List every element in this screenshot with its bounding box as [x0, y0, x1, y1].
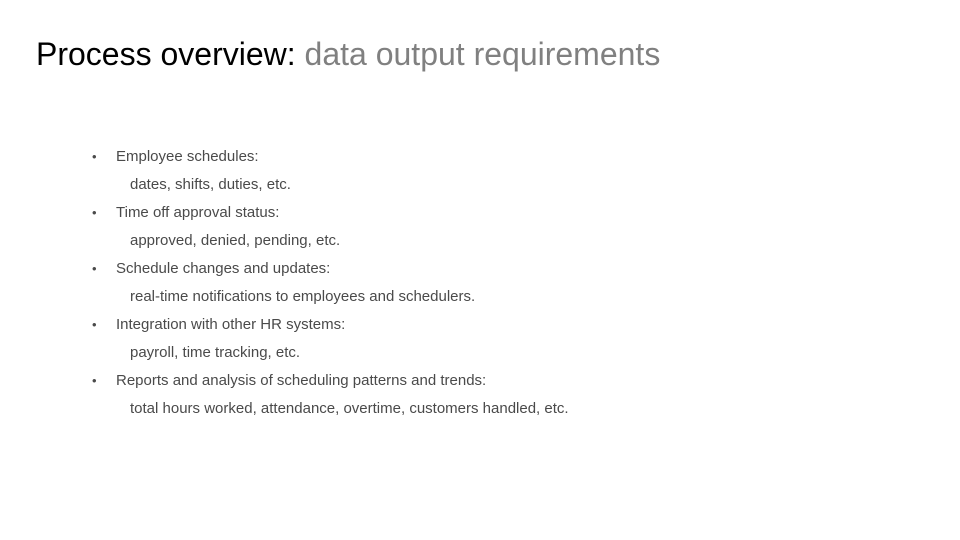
- bullet-detail: approved, denied, pending, etc.: [130, 232, 341, 249]
- bullet-icon: •: [92, 261, 97, 276]
- bullet-icon: •: [92, 205, 97, 220]
- bullet-detail: dates, shifts, duties, etc.: [130, 176, 291, 193]
- slide-title: Process overview: data output requiremen…: [36, 34, 660, 74]
- bullet-detail: total hours worked, attendance, overtime…: [130, 400, 569, 417]
- title-rest: data output requirements: [304, 36, 661, 72]
- list-item: • Reports and analysis of scheduling pat…: [92, 367, 912, 423]
- bullet-detail: payroll, time tracking, etc.: [130, 344, 301, 361]
- bullet-heading-row: • Reports and analysis of scheduling pat…: [92, 367, 912, 395]
- bullet-detail: real-time notifications to employees and…: [130, 288, 476, 305]
- bullet-icon: •: [92, 149, 97, 164]
- bullet-heading-row: • Time off approval status:: [92, 199, 912, 227]
- list-item: • Schedule changes and updates: real-tim…: [92, 255, 912, 311]
- list-item: • Employee schedules: dates, shifts, dut…: [92, 143, 912, 199]
- bullet-heading: Employee schedules:: [116, 148, 259, 165]
- bullet-heading-row: • Integration with other HR systems:: [92, 311, 912, 339]
- list-item: • Integration with other HR systems: pay…: [92, 311, 912, 367]
- bullet-icon: •: [92, 373, 97, 388]
- bullet-icon: •: [92, 317, 97, 332]
- bullet-heading: Integration with other HR systems:: [116, 316, 346, 333]
- bullet-heading: Time off approval status:: [116, 204, 280, 221]
- slide: Process overview: data output requiremen…: [0, 0, 960, 540]
- bullet-heading: Reports and analysis of scheduling patte…: [116, 372, 487, 389]
- bullet-heading-row: • Schedule changes and updates:: [92, 255, 912, 283]
- bullet-heading-row: • Employee schedules:: [92, 143, 912, 171]
- title-lead: Process overview:: [36, 36, 296, 72]
- bullet-heading: Schedule changes and updates:: [116, 260, 331, 277]
- list-item: • Time off approval status: approved, de…: [92, 199, 912, 255]
- bullet-list: • Employee schedules: dates, shifts, dut…: [92, 143, 912, 423]
